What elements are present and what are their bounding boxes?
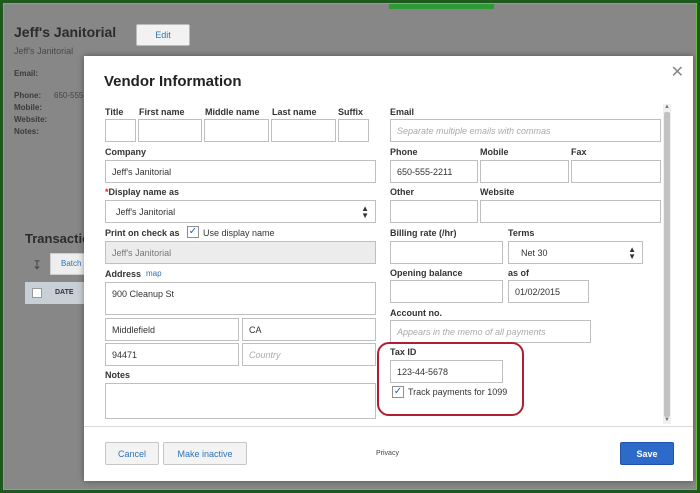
terms-value: Net 30 [521, 247, 548, 258]
scroll-up-icon[interactable]: ▲ [664, 104, 670, 110]
bg-field-website: Website: [14, 115, 48, 124]
footer-divider [84, 426, 693, 427]
as-of-date-input[interactable]: 01/02/2015 [508, 280, 589, 303]
vendor-information-dialog: Vendor Information ✕ Title First name Mi… [84, 56, 693, 481]
fax-label: Fax [571, 147, 587, 157]
date-column-header[interactable]: DATE [55, 289, 74, 296]
notes-textarea[interactable] [105, 383, 376, 419]
last-name-label: Last name [272, 107, 317, 117]
city-input[interactable]: Middlefield [105, 318, 239, 341]
display-name-label-text: Display name as [108, 187, 180, 197]
other-label: Other [390, 187, 415, 197]
use-display-name-label: Use display name [203, 228, 275, 238]
checkmark-icon: ✓ [188, 226, 198, 237]
bg-phone-value: 650-555- [54, 91, 87, 100]
terms-label: Terms [508, 228, 535, 238]
phone-input[interactable]: 650-555-2211 [390, 160, 478, 183]
title-label: Title [105, 107, 124, 117]
tax-id-highlight-annotation [377, 342, 524, 416]
mobile-input[interactable] [480, 160, 569, 183]
last-name-input[interactable] [271, 119, 336, 142]
select-arrows-icon: ▲ ▼ [628, 245, 636, 261]
select-arrows-icon: ▲ ▼ [361, 204, 369, 220]
make-inactive-button[interactable]: Make inactive [163, 442, 247, 465]
billing-rate-label: Billing rate (/hr) [390, 228, 457, 238]
dialog-scrollbar[interactable]: ▲ ▼ [663, 104, 671, 424]
display-name-value: Jeff's Janitorial [116, 206, 176, 217]
billing-rate-input[interactable] [390, 241, 503, 264]
print-on-check-input: Jeff's Janitorial [105, 241, 376, 264]
middle-name-input[interactable] [204, 119, 269, 142]
state-input[interactable]: CA [242, 318, 376, 341]
bg-field-notes: Notes: [14, 127, 39, 136]
company-input[interactable]: Jeff's Janitorial [105, 160, 376, 183]
bg-field-mobile: Mobile: [14, 103, 42, 112]
website-input[interactable] [480, 200, 661, 223]
address-label: Address [105, 269, 142, 279]
terms-select[interactable]: Net 30 ▲ ▼ [508, 241, 643, 264]
country-input[interactable]: Country [242, 343, 376, 366]
vendor-page-title: Jeff's Janitorial [14, 24, 117, 40]
use-display-name-checkbox[interactable]: ✓ [187, 226, 199, 238]
display-name-label: *Display name as [105, 187, 179, 197]
transactions-table-header: DATE [25, 282, 87, 304]
screenshot-frame: Jeff's Janitorial Jeff's Janitorial Edit… [3, 3, 697, 490]
zip-input[interactable]: 94471 [105, 343, 239, 366]
bg-field-email: Email: [14, 69, 39, 78]
cancel-button[interactable]: Cancel [105, 442, 159, 465]
fax-input[interactable] [571, 160, 661, 183]
notes-label: Notes [105, 370, 131, 380]
as-of-label: as of [508, 268, 530, 278]
first-name-input[interactable] [138, 119, 202, 142]
other-input[interactable] [390, 200, 478, 223]
bg-field-phone: Phone: [14, 91, 42, 100]
title-input[interactable] [105, 119, 136, 142]
dialog-title: Vendor Information [104, 73, 242, 90]
company-label: Company [105, 147, 147, 157]
email-label: Email [390, 107, 415, 117]
opening-balance-label: Opening balance [390, 268, 463, 278]
phone-label: Phone [390, 147, 418, 157]
vendor-page-subtitle: Jeff's Janitorial [14, 46, 74, 56]
first-name-label: First name [139, 107, 185, 117]
scrollbar-thumb[interactable] [664, 112, 670, 417]
privacy-link[interactable]: Privacy [376, 450, 399, 457]
account-no-input[interactable]: Appears in the memo of all payments [390, 320, 591, 343]
website-label: Website [480, 187, 515, 197]
edit-button[interactable]: Edit [136, 24, 190, 46]
map-link[interactable]: map [146, 269, 162, 278]
sort-arrow-icon[interactable]: ↧ [32, 258, 42, 272]
mobile-label: Mobile [480, 147, 509, 157]
display-name-select[interactable]: Jeff's Janitorial ▲ ▼ [105, 200, 376, 223]
suffix-label: Suffix [338, 107, 364, 117]
scroll-down-icon[interactable]: ▼ [664, 417, 670, 423]
opening-balance-input[interactable] [390, 280, 503, 303]
print-on-check-label: Print on check as [105, 228, 180, 238]
email-input[interactable]: Separate multiple emails with commas [390, 119, 661, 142]
account-no-label: Account no. [390, 308, 442, 318]
suffix-input[interactable] [338, 119, 369, 142]
close-icon[interactable]: ✕ [671, 62, 684, 82]
middle-name-label: Middle name [205, 107, 260, 117]
save-button[interactable]: Save [620, 442, 674, 465]
street-address-input[interactable]: 900 Cleanup St [105, 282, 376, 315]
select-all-checkbox[interactable] [32, 288, 42, 298]
